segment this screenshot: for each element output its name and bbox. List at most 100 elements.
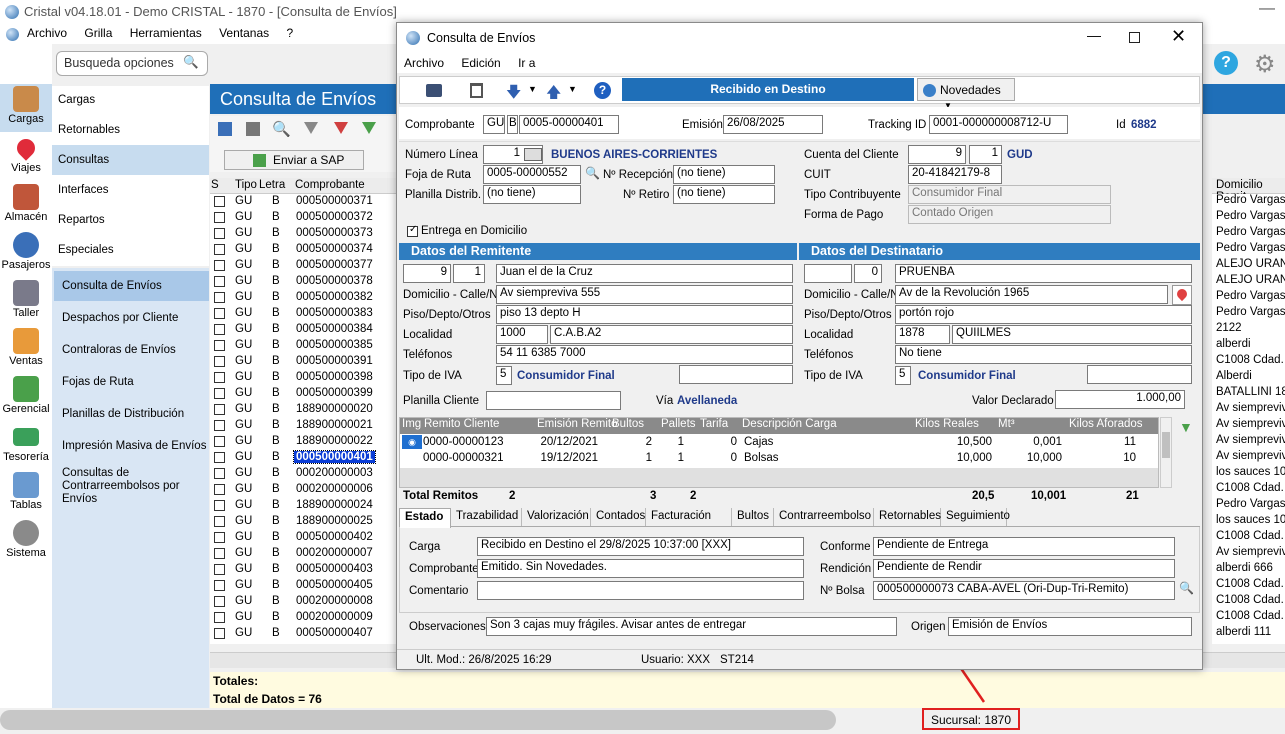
row-checkbox[interactable]: [214, 500, 225, 511]
destinatario-cp[interactable]: 1878: [895, 325, 950, 344]
remitos-col-emision[interactable]: Emisión Remito: [537, 418, 618, 430]
remitente-code-a[interactable]: 9: [403, 264, 451, 283]
row-checkbox[interactable]: [214, 276, 225, 287]
tab-facturacin[interactable]: Facturación: [646, 508, 732, 526]
expand-icon[interactable]: ▼: [1179, 419, 1193, 435]
remitente-code-b[interactable]: 1: [453, 264, 485, 283]
search-box[interactable]: Busqueda opciones 🔍: [56, 51, 208, 76]
consultas-item-despachos[interactable]: Despachos por Cliente: [62, 312, 178, 324]
row-checkbox[interactable]: [214, 564, 225, 575]
remitos-col-descripcion[interactable]: Descripción Carga: [742, 418, 837, 430]
help-icon[interactable]: ?: [1214, 51, 1238, 75]
sidebar-item-sistema[interactable]: Sistema: [0, 520, 52, 559]
row-checkbox[interactable]: [214, 404, 225, 415]
remito-row[interactable]: 0000-00000321 19/12/2021 1 1 0 Bolsas 10,000 10…: [400, 451, 1158, 467]
search-icon[interactable]: 🔍: [1179, 581, 1194, 595]
table-row[interactable]: GU B 188900000025: [210, 514, 396, 530]
sidebar-item-ventas[interactable]: Ventas: [0, 328, 52, 367]
table-row[interactable]: GU B 000200000003: [210, 466, 396, 482]
consultas-item-fojas[interactable]: Fojas de Ruta: [62, 376, 134, 388]
grid-col-comprobante[interactable]: Comprobante: [295, 179, 365, 191]
table-row[interactable]: GU B 188900000021: [210, 418, 396, 434]
table-row[interactable]: GU B 000500000391: [210, 354, 396, 370]
row-checkbox[interactable]: [214, 308, 225, 319]
status-scroll-thumb[interactable]: [0, 710, 836, 730]
tab-estado[interactable]: Estado: [399, 508, 451, 528]
table-row[interactable]: GU B 000500000384: [210, 322, 396, 338]
row-checkbox[interactable]: [214, 532, 225, 543]
remito-row[interactable]: 0000-00000123 20/12/2021 2 1 0 Cajas 10,500 0,0…: [400, 435, 1158, 451]
filter-clear-icon[interactable]: [334, 122, 348, 134]
tracking-field[interactable]: 0001-000000008712-U: [929, 115, 1068, 134]
remitente-domicilio[interactable]: Av siempreviva 555: [496, 285, 793, 304]
table-row[interactable]: GU B 000500000377: [210, 258, 396, 274]
carga-field[interactable]: Recibido en Destino el 29/8/2025 10:37:0…: [477, 537, 804, 556]
row-checkbox[interactable]: [214, 372, 225, 383]
table-row[interactable]: GU B 000500000398: [210, 370, 396, 386]
table-row[interactable]: GU B 000500000372: [210, 210, 396, 226]
row-checkbox[interactable]: [214, 468, 225, 479]
bolsa-field[interactable]: 000500000073 CABA-AVEL (Ori-Dup-Tri-Remi…: [873, 581, 1175, 600]
remitos-col-remito[interactable]: Remito Cliente: [424, 418, 499, 430]
print-icon[interactable]: [426, 84, 442, 97]
sidebar-item-tesoreria[interactable]: Tesorería: [0, 424, 52, 463]
print-icon[interactable]: [246, 122, 260, 136]
menu-herramientas[interactable]: Herramientas: [130, 26, 202, 40]
planilla-cliente-field[interactable]: [486, 391, 621, 410]
dropdown-arrow-icon[interactable]: ▼: [528, 84, 537, 94]
destinatario-nombre[interactable]: PRUENBA: [895, 264, 1192, 283]
remitos-col-tarifa[interactable]: Tarifa: [700, 418, 728, 430]
table-row[interactable]: GU B 000200000007: [210, 546, 396, 562]
menu-grilla[interactable]: Grilla: [84, 26, 112, 40]
row-checkbox[interactable]: [214, 420, 225, 431]
sidebar-item-pasajeros[interactable]: Pasajeros: [0, 232, 52, 271]
tab-seguimiento[interactable]: Seguimiento: [941, 508, 1010, 526]
tab-trazabilidad[interactable]: Trazabilidad: [451, 508, 522, 526]
destinatario-code-a[interactable]: [804, 264, 852, 283]
subnav-item-interfaces[interactable]: Interfaces: [58, 184, 109, 196]
table-row[interactable]: GU B 000500000385: [210, 338, 396, 354]
consultas-item-planillas[interactable]: Planillas de Distribución: [62, 408, 184, 420]
table-row[interactable]: GU B 000500000383: [210, 306, 396, 322]
table-row[interactable]: GU B 000500000402: [210, 530, 396, 546]
retiro-field[interactable]: (no tiene): [673, 185, 775, 204]
comentario-field[interactable]: [477, 581, 804, 600]
subnav-item-cargas[interactable]: Cargas: [58, 94, 95, 106]
novedades-button[interactable]: Novedades ▼: [917, 78, 1015, 110]
tipo-contrib-select[interactable]: Consumidor Final: [908, 185, 1111, 204]
settings-gear-icon[interactable]: ⚙: [1254, 50, 1276, 79]
row-checkbox[interactable]: [214, 212, 225, 223]
table-row[interactable]: GU B 000200000008: [210, 594, 396, 610]
sidebar-item-taller[interactable]: Taller: [0, 280, 52, 319]
destinatario-code-b[interactable]: 0: [854, 264, 882, 283]
table-row[interactable]: GU B 000500000407: [210, 626, 396, 642]
row-checkbox[interactable]: [214, 244, 225, 255]
row-checkbox[interactable]: [214, 548, 225, 559]
find-icon[interactable]: 🔍: [272, 120, 291, 138]
foja-field[interactable]: 0005-00000552: [483, 165, 581, 184]
destinatario-iva-extra[interactable]: [1087, 365, 1192, 384]
table-row[interactable]: GU B 188900000020: [210, 402, 396, 418]
row-checkbox[interactable]: [214, 292, 225, 303]
subnav-item-repartos[interactable]: Repartos: [58, 214, 105, 226]
sidebar-item-almacen[interactable]: Almacén: [0, 184, 52, 223]
destinatario-localidad[interactable]: QUIILMES: [952, 325, 1192, 344]
remitente-cp[interactable]: 1000: [496, 325, 548, 344]
forma-pago-select[interactable]: Contado Origen: [908, 205, 1111, 224]
table-row[interactable]: GU B 000500000382: [210, 290, 396, 306]
remitente-piso[interactable]: piso 13 depto H: [496, 305, 793, 324]
consultas-item-impresion[interactable]: Impresión Masiva de Envíos: [62, 440, 206, 452]
subnav-item-retornables[interactable]: Retornables: [58, 124, 120, 136]
estado-comprobante-field[interactable]: Emitido. Sin Novedades.: [477, 559, 804, 578]
sidebar-item-gerencial[interactable]: Gerencial: [0, 376, 52, 415]
arrow-up-icon[interactable]: 🡅: [546, 82, 561, 107]
search-icon[interactable]: 🔍: [183, 55, 199, 70]
comprobante-tipo[interactable]: GU: [483, 115, 505, 134]
remitos-col-bultos[interactable]: Bultos: [612, 418, 644, 430]
remitos-col-kilos[interactable]: Kilos Reales: [915, 418, 979, 430]
table-row[interactable]: GU B 000500000401: [210, 450, 396, 466]
row-checkbox[interactable]: [214, 596, 225, 607]
emision-field[interactable]: 26/08/2025: [723, 115, 823, 134]
grid-col-s[interactable]: S: [211, 179, 219, 191]
dialog-close-button[interactable]: ✕: [1171, 26, 1186, 47]
